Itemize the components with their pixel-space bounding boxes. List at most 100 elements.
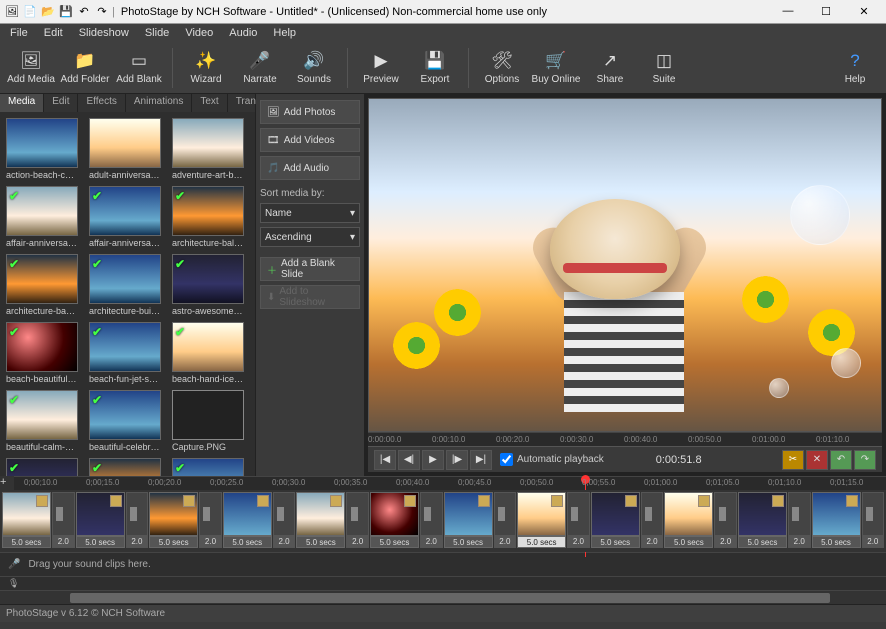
audio-track[interactable]: 🎤 Drag your sound clips here.	[0, 552, 886, 576]
qat-new[interactable]: 📄	[22, 4, 38, 20]
timeline-clip[interactable]: 5.0 secs	[296, 492, 345, 548]
timeline-zoom[interactable]: +	[0, 476, 14, 490]
narration-track[interactable]: 🎙	[0, 576, 886, 590]
minimize-button[interactable]: —	[776, 5, 800, 18]
transition[interactable]: 2.0	[567, 492, 590, 548]
timeline-clip[interactable]: 5.0 secs	[591, 492, 640, 548]
timeline-track[interactable]: 5.0 secs2.05.0 secs2.05.0 secs2.05.0 sec…	[0, 490, 886, 552]
media-thumbnail[interactable]: adventure-art-ball…	[172, 118, 249, 180]
menu-video[interactable]: Video	[179, 26, 219, 40]
media-thumbnail[interactable]: ✔beautiful-calm-clo…	[6, 390, 83, 452]
media-thumbnail[interactable]: ✔cosmos-dark-eveni…	[6, 458, 83, 476]
split-button[interactable]: ✂	[782, 450, 804, 470]
transition[interactable]: 2.0	[494, 492, 517, 548]
timeline-ruler[interactable]: 0;00;10.00;00;15.00;00;20.00;00;25.00;00…	[14, 476, 886, 490]
tab-text[interactable]: Text	[192, 94, 227, 112]
timeline-clip[interactable]: 5.0 secs	[370, 492, 419, 548]
transition[interactable]: 2.0	[199, 492, 222, 548]
timeline-clip[interactable]: 5.0 secs	[664, 492, 713, 548]
transition[interactable]: 2.0	[52, 492, 75, 548]
menu-slide[interactable]: Slide	[139, 26, 175, 40]
export-button[interactable]: 💾Export	[410, 44, 460, 92]
add-media-button[interactable]: 🖼Add Media	[6, 44, 56, 92]
media-thumbnail[interactable]: Capture.PNG	[172, 390, 249, 452]
tab-edit[interactable]: Edit	[44, 94, 78, 112]
sounds-button[interactable]: 🔊Sounds	[289, 44, 339, 92]
help-button[interactable]: ? Help	[830, 44, 880, 92]
media-thumbnail[interactable]: adult-anniversary…	[89, 118, 166, 180]
transition[interactable]: 2.0	[714, 492, 737, 548]
add-blank-slide-button[interactable]: ＋Add a Blank Slide	[260, 257, 360, 281]
suite-button[interactable]: ◫Suite	[639, 44, 689, 92]
wizard-button[interactable]: ✨Wizard	[181, 44, 231, 92]
maximize-button[interactable]: ☐	[814, 5, 838, 18]
goto-end-button[interactable]: ▶|	[470, 450, 492, 470]
timeline-clip[interactable]: 5.0 secs	[76, 492, 125, 548]
transition[interactable]: 2.0	[346, 492, 369, 548]
transition[interactable]: 2.0	[126, 492, 149, 548]
transition[interactable]: 2.0	[788, 492, 811, 548]
menu-audio[interactable]: Audio	[223, 26, 263, 40]
media-thumbnail[interactable]: action-beach-care…	[6, 118, 83, 180]
sort-field-select[interactable]: Name▾	[260, 203, 360, 223]
sort-dir-select[interactable]: Ascending▾	[260, 227, 360, 247]
menu-help[interactable]: Help	[267, 26, 302, 40]
media-thumbnail[interactable]: ✔beach-beautiful-bi…	[6, 322, 83, 384]
next-frame-button[interactable]: |▶	[446, 450, 468, 470]
media-thumbnail[interactable]: ✔beautiful-celebrati…	[89, 390, 166, 452]
transition[interactable]: 2.0	[641, 492, 664, 548]
qat-redo[interactable]: ↷	[94, 4, 110, 20]
tab-effects[interactable]: Effects	[78, 94, 125, 112]
media-thumbnail[interactable]: ✔beach-fun-jet-ski-…	[89, 322, 166, 384]
redo-button[interactable]: ↷	[854, 450, 876, 470]
timeline-scrollbar[interactable]	[0, 590, 886, 604]
media-thumbnail[interactable]: ✔architecture-buildi…	[89, 254, 166, 316]
add-audio-button[interactable]: 🎵Add Audio	[260, 156, 360, 180]
add-folder-button[interactable]: 📁Add Folder	[60, 44, 110, 92]
narrate-button[interactable]: 🎤Narrate	[235, 44, 285, 92]
timeline-clip[interactable]: 5.0 secs	[738, 492, 787, 548]
add-blank-button[interactable]: ▭Add Blank	[114, 44, 164, 92]
media-thumbnail[interactable]: ✔affair-anniversary…	[6, 186, 83, 248]
add-to-slideshow-button[interactable]: ⬇Add to Slideshow	[260, 285, 360, 309]
transition[interactable]: 2.0	[862, 492, 885, 548]
media-thumbnail[interactable]: ✔holiday-hotel-las-v…	[89, 458, 166, 476]
timeline-clip[interactable]: 5.0 secs	[444, 492, 493, 548]
timeline-clip[interactable]: 5.0 secs	[2, 492, 51, 548]
share-button[interactable]: ↗Share	[585, 44, 635, 92]
buy-button[interactable]: 🛒Buy Online	[531, 44, 581, 92]
qat-open[interactable]: 📂	[40, 4, 56, 20]
media-thumbnail[interactable]: ✔architecture-barg…	[6, 254, 83, 316]
add-photos-button[interactable]: 🖼Add Photos	[260, 100, 360, 124]
menu-file[interactable]: File	[4, 26, 34, 40]
timeline-clip[interactable]: 5.0 secs	[517, 492, 566, 548]
close-button[interactable]: ✕	[852, 5, 876, 18]
timeline-clip[interactable]: 5.0 secs	[223, 492, 272, 548]
transition[interactable]: 2.0	[273, 492, 296, 548]
play-button[interactable]: ▶	[422, 450, 444, 470]
scrollbar-thumb[interactable]	[70, 593, 830, 603]
media-thumbnail[interactable]: ✔architecture-ballo…	[172, 186, 249, 248]
add-videos-button[interactable]: 🎞Add Videos	[260, 128, 360, 152]
prev-frame-button[interactable]: ◀|	[398, 450, 420, 470]
media-thumbnail[interactable]: ✔beach-hand-ice-cr…	[172, 322, 249, 384]
delete-button[interactable]: ✕	[806, 450, 828, 470]
options-button[interactable]: 🛠Options	[477, 44, 527, 92]
qat-icon[interactable]: 🖼	[4, 4, 20, 20]
qat-save[interactable]: 💾	[58, 4, 74, 20]
auto-playback-checkbox[interactable]: Automatic playback	[500, 453, 604, 466]
tab-animations[interactable]: Animations	[126, 94, 192, 112]
media-thumbnail[interactable]: ✔affair-anniversary-…	[89, 186, 166, 248]
transition[interactable]: 2.0	[420, 492, 443, 548]
menu-edit[interactable]: Edit	[38, 26, 69, 40]
media-thumbnail[interactable]: ✔astro-awesome-bl…	[172, 254, 249, 316]
menu-slideshow[interactable]: Slideshow	[73, 26, 135, 40]
preview-button[interactable]: ▶Preview	[356, 44, 406, 92]
undo-button[interactable]: ↶	[830, 450, 852, 470]
media-thumbnail[interactable]: ✔hotel-leisure-palm-…	[172, 458, 249, 476]
tab-media[interactable]: Media	[0, 94, 44, 112]
qat-undo[interactable]: ↶	[76, 4, 92, 20]
goto-start-button[interactable]: |◀	[374, 450, 396, 470]
timeline-clip[interactable]: 5.0 secs	[812, 492, 861, 548]
timeline-clip[interactable]: 5.0 secs	[149, 492, 198, 548]
